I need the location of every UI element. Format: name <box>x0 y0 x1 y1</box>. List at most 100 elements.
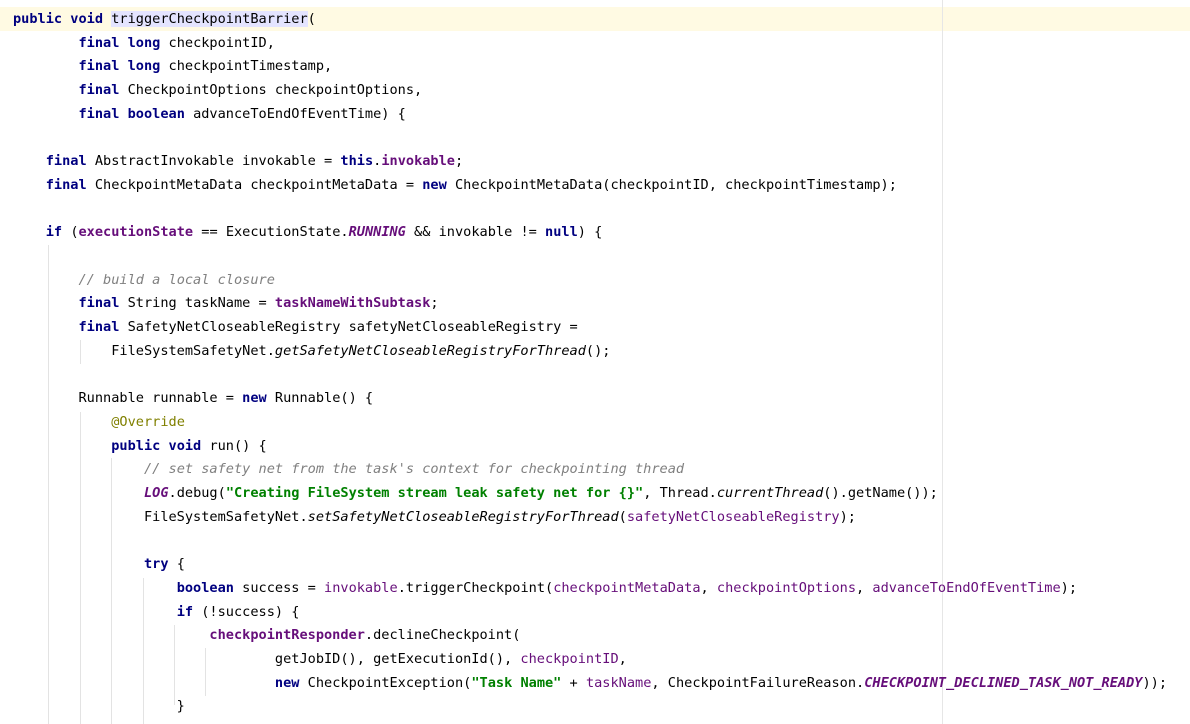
code-token: .declineCheckpoint( <box>364 627 521 644</box>
code-line[interactable]: @Override <box>13 410 185 434</box>
code-token: , <box>618 650 627 667</box>
code-token: getJobID(), getExecutionId(), <box>13 650 521 667</box>
code-line[interactable]: public void run() { <box>13 434 267 458</box>
code-line[interactable]: public void triggerCheckpointBarrier( <box>13 7 316 31</box>
code-token: safetyNetCloseableRegistry <box>626 508 840 525</box>
code-line[interactable]: final boolean advanceToEndOfEventTime) { <box>13 102 405 126</box>
code-token: getSafetyNetCloseableRegistryForThread <box>274 342 586 359</box>
code-line[interactable]: try { <box>13 552 185 576</box>
code-line[interactable]: // build a local closure <box>13 268 275 292</box>
code-token: , <box>700 579 717 596</box>
code-line[interactable]: final long checkpointID, <box>13 31 275 55</box>
code-token: final boolean <box>78 105 194 122</box>
code-token: final long <box>78 58 169 75</box>
code-line[interactable]: getJobID(), getExecutionId(), checkpoint… <box>13 647 627 671</box>
code-token: , Thread. <box>643 485 717 501</box>
code-token: )); <box>1142 674 1168 691</box>
code-line[interactable]: final String taskName = taskNameWithSubt… <box>13 291 439 315</box>
code-token: CheckpointException( <box>307 674 472 691</box>
code-token: (!success) { <box>201 603 300 620</box>
code-line[interactable]: LOG.debug("Creating FileSystem stream le… <box>13 481 938 505</box>
code-line[interactable]: final CheckpointMetaData checkpointMetaD… <box>13 173 897 197</box>
code-token: final <box>45 153 95 170</box>
code-line[interactable]: FileSystemSafetyNet.setSafetyNetCloseabl… <box>13 505 856 529</box>
code-editor[interactable]: public void triggerCheckpointBarrier( fi… <box>0 0 1190 724</box>
code-token: boolean <box>176 579 243 596</box>
code-token: invokable <box>381 153 455 170</box>
code-token: this <box>340 153 374 170</box>
code-token: ().getName()); <box>823 485 938 501</box>
code-token: // build a local closure <box>78 271 275 288</box>
code-token: ; <box>430 295 439 312</box>
code-token: CheckpointOptions checkpointOptions, <box>127 82 423 99</box>
code-line[interactable]: final long checkpointTimestamp, <box>13 54 332 78</box>
code-line[interactable]: final CheckpointOptions checkpointOption… <box>13 78 422 102</box>
code-token: null <box>545 224 578 241</box>
code-token: FileSystemSafetyNet. <box>13 342 275 359</box>
code-token: if <box>45 224 71 241</box>
code-token: RUNNING <box>348 224 406 241</box>
code-token: final <box>78 319 128 336</box>
code-line[interactable]: // set safety net from the task's contex… <box>13 457 684 481</box>
code-token: SafetyNetCloseableRegistry safetyNetClos… <box>127 319 578 336</box>
code-token: ( <box>307 11 316 27</box>
code-token: final <box>78 295 128 312</box>
code-line[interactable]: new CheckpointException("Task Name" + ta… <box>13 671 1167 695</box>
code-line[interactable]: FileSystemSafetyNet.getSafetyNetCloseabl… <box>13 339 610 363</box>
code-token: try <box>143 556 177 573</box>
code-token: ( <box>618 508 627 525</box>
code-token: checkpointResponder <box>209 627 365 644</box>
code-token: Runnable() { <box>274 390 374 407</box>
code-token: advanceToEndOfEventTime <box>872 579 1061 596</box>
right-margin-guide <box>942 0 943 724</box>
code-token: checkpointTimestamp, <box>168 58 333 75</box>
code-line[interactable]: final AbstractInvokable invokable = this… <box>13 149 463 173</box>
code-line[interactable]: checkpointResponder.declineCheckpoint( <box>13 623 520 647</box>
code-token: checkpointID <box>520 650 619 667</box>
code-token: String taskName = <box>127 295 275 312</box>
code-token: (); <box>585 342 611 359</box>
code-token: checkpointOptions <box>716 579 857 596</box>
code-token: "Creating FileSystem stream leak safety … <box>225 485 644 501</box>
code-token: CheckpointMetaData checkpointMetaData = <box>94 176 423 193</box>
code-token: , CheckpointFailureReason. <box>651 674 865 691</box>
code-token: setSafetyNetCloseableRegistryForThread <box>307 508 619 525</box>
code-token: new <box>274 674 308 691</box>
code-token: CheckpointMetaData(checkpointID, checkpo… <box>454 176 897 193</box>
code-token: + <box>561 674 586 691</box>
code-token: new <box>422 176 455 193</box>
code-line[interactable]: boolean success = invokable.triggerCheck… <box>13 576 1077 600</box>
code-token: ; <box>455 153 464 170</box>
code-line[interactable]: if (executionState == ExecutionState.RUN… <box>13 220 603 244</box>
code-line[interactable]: Runnable runnable = new Runnable() { <box>13 386 373 410</box>
code-token: currentThread <box>716 485 824 501</box>
code-token: ); <box>839 508 856 525</box>
code-token: LOG <box>143 485 169 501</box>
code-token: AbstractInvokable invokable = <box>94 153 341 170</box>
code-token: run() { <box>209 437 267 454</box>
code-token: FileSystemSafetyNet. <box>13 508 308 525</box>
code-line[interactable]: if (!success) { <box>13 600 300 624</box>
code-token: checkpointID, <box>168 34 275 51</box>
code-line[interactable]: } <box>13 694 185 718</box>
code-token: @Override <box>111 413 185 430</box>
code-token: checkpointMetaData <box>553 579 701 596</box>
code-line[interactable]: final SafetyNetCloseableRegistry safetyN… <box>13 315 578 339</box>
code-token: ); <box>1060 579 1078 596</box>
code-token: public void <box>13 11 112 27</box>
code-token: == ExecutionState. <box>193 224 349 241</box>
code-token: final long <box>78 34 169 51</box>
code-token: triggerCheckpointBarrier <box>111 11 308 27</box>
